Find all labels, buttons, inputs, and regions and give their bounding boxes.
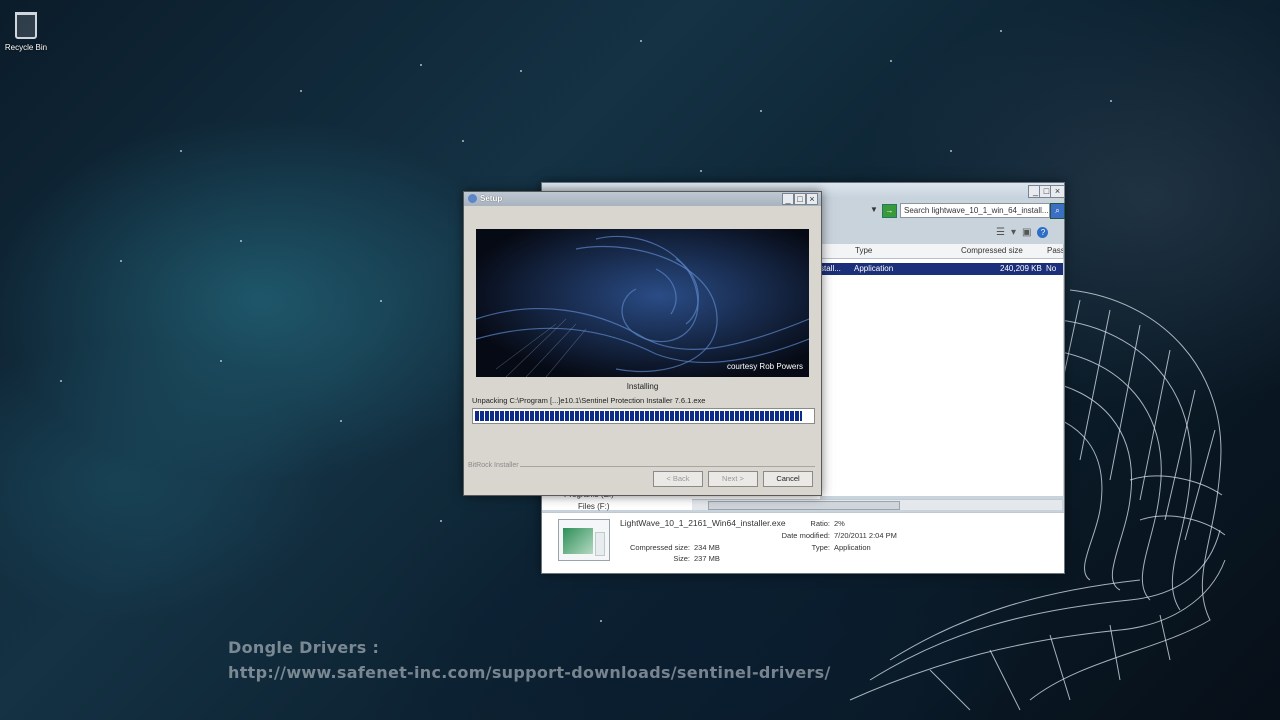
install-progress-bar [472, 408, 815, 424]
details-ratio-label: Ratio: [810, 519, 830, 528]
details-size-label: Size: [673, 554, 690, 563]
recycle-bin-icon [15, 12, 37, 39]
chevron-down-icon[interactable]: ▾ [1011, 227, 1016, 238]
minimize-button[interactable]: _ [782, 193, 794, 205]
nav-item-files[interactable]: Files (F:) [578, 502, 610, 511]
unpacking-text: Unpacking C:\Program [...]e10.1\Sentinel… [472, 396, 706, 405]
go-icon[interactable]: → [882, 204, 897, 218]
cancel-button[interactable]: Cancel [763, 471, 813, 487]
address-bar: ▼ → Search lightwave_10_1_win_64_install… [820, 203, 1065, 219]
recycle-bin[interactable]: Recycle Bin [4, 12, 48, 52]
details-size: 237 MB [694, 554, 720, 563]
column-header-type[interactable]: Type [852, 244, 960, 259]
help-icon[interactable]: ? [1037, 227, 1049, 238]
table-row[interactable]: stall... Application 240,209 KB No [820, 263, 1063, 275]
search-icon[interactable]: ⌕ [1050, 203, 1065, 219]
overlay-title: Dongle Drivers : [228, 638, 380, 657]
back-button[interactable]: < Back [653, 471, 703, 487]
progress-fill [475, 411, 802, 421]
setup-icon [468, 194, 477, 203]
installer-brand: BitRock Installer [468, 462, 519, 469]
maximize-button[interactable]: □ [794, 193, 806, 205]
column-header-compressed-size[interactable]: Compressed size [958, 244, 1046, 259]
status-text: Installing [626, 382, 659, 391]
details-ratio: 2% [834, 519, 845, 528]
banner-credit: courtesy Rob Powers [726, 362, 803, 371]
search-input[interactable]: Search lightwave_10_1_win_64_install... [900, 203, 1050, 218]
column-header-password[interactable]: Passw [1044, 244, 1064, 259]
cell-compressed-size: 240,209 KB [1000, 264, 1042, 273]
setup-title: Setup [480, 194, 503, 203]
details-pane: LightWave_10_1_2161_Win64_installer.exe … [542, 512, 1064, 573]
banner-artwork [476, 229, 809, 377]
divider [520, 466, 815, 467]
setup-dialog: Setup _ □ × courtesy Rob Powers Installi… [463, 191, 822, 496]
view-toolbar: ☰ ▾ ▣? [990, 227, 1049, 238]
cell-type: Application [854, 264, 894, 273]
details-date: 7/20/2011 2:04 PM [834, 531, 897, 540]
close-button[interactable]: × [806, 193, 818, 205]
details-compressed-size-label: Compressed size: [629, 543, 690, 552]
next-button[interactable]: Next > [708, 471, 758, 487]
preview-pane-icon[interactable]: ▣ [1022, 227, 1031, 238]
details-date-label: Date modified: [781, 531, 830, 540]
cell-password: No [1046, 264, 1057, 273]
details-compressed-size: 234 MB [694, 543, 720, 552]
setup-titlebar[interactable]: Setup _ □ × [464, 192, 821, 206]
dropdown-arrow-icon[interactable]: ▼ [870, 205, 878, 214]
close-button[interactable]: × [1050, 185, 1065, 198]
overlay-url: http://www.safenet-inc.com/support-downl… [228, 663, 831, 682]
scrollbar-thumb[interactable] [708, 501, 900, 510]
column-header-name[interactable] [820, 244, 854, 259]
cell-name: stall... [820, 264, 841, 273]
setup-banner-image: courtesy Rob Powers [476, 229, 809, 377]
details-type: Application [834, 543, 871, 552]
horizontal-scrollbar[interactable] [692, 499, 1062, 510]
recycle-bin-label: Recycle Bin [4, 43, 48, 52]
file-list: stall... Application 240,209 KB No [820, 259, 1063, 496]
details-type-label: Type: [811, 543, 830, 552]
views-icon[interactable]: ☰ [996, 227, 1005, 238]
